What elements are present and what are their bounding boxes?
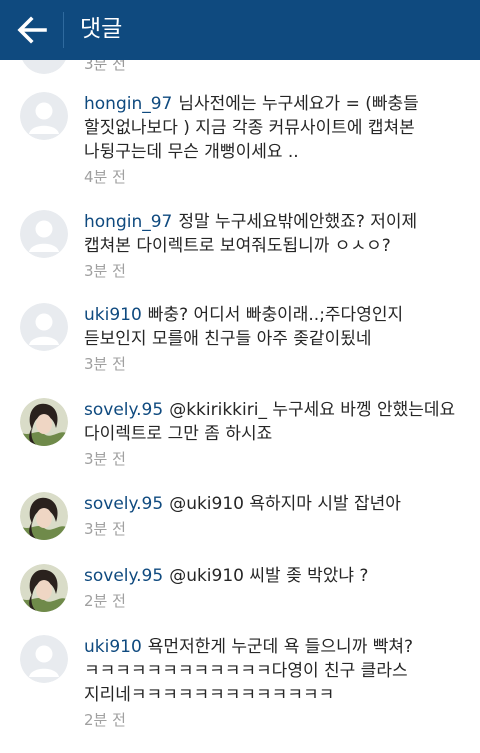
default-avatar-icon (20, 303, 68, 351)
avatar[interactable] (20, 303, 68, 351)
avatar[interactable] (20, 492, 68, 540)
comment-text: sovely.95 @kkirikkiri_ 누구세요 바껭 안했는데요 다이렉트… (84, 398, 464, 446)
top-bar: 댓글 (0, 0, 480, 60)
avatar[interactable] (20, 398, 68, 446)
profile-photo-icon (20, 398, 68, 446)
comment-time: 3분 전 (84, 450, 126, 468)
profile-photo-icon (20, 564, 68, 612)
comment-body: @uki910 욕하지마 시발 잡년아 (169, 494, 401, 514)
back-button[interactable] (14, 12, 50, 48)
comment-body: @uki910 씨발 좆 박았냐 ? (169, 566, 369, 586)
comment-text: hongin_97 님사전에는 누구세요가 = (빠충들 할짓없나보다 ) 지금 … (84, 92, 464, 164)
comment-text: uki910 욕먼저한게 누군데 욕 들으니까 빡쳐?ㅋㅋㅋㅋㅋㅋㅋㅋㅋㅋㅋㅋ다영… (84, 635, 464, 707)
comment-time: 3분 전 (84, 60, 126, 73)
comment-time: 4분 전 (84, 168, 126, 186)
comment-username[interactable]: sovely.95 (84, 566, 163, 586)
avatar[interactable] (20, 60, 68, 74)
comment-username[interactable]: sovely.95 (84, 400, 163, 420)
comment-username[interactable]: uki910 (84, 637, 142, 657)
partial-comment: 3분 전 (20, 60, 480, 74)
page-title: 댓글 (80, 16, 123, 42)
comment-text: sovely.95 @uki910 욕하지마 시발 잡년아 (84, 492, 464, 516)
comment-time: 3분 전 (84, 520, 126, 538)
comment-text: hongin_97 정말 누구세요밖에안했죠? 저이제 캡쳐본 다이렉트로 보여줘… (84, 210, 464, 258)
default-avatar-icon (22, 60, 66, 74)
default-avatar-icon (20, 92, 68, 140)
comment-username[interactable]: hongin_97 (84, 94, 172, 114)
avatar[interactable] (20, 635, 68, 683)
avatar[interactable] (20, 210, 68, 258)
comment-time: 3분 전 (84, 355, 126, 373)
default-avatar-icon (20, 635, 68, 683)
comment-text: uki910 빠충? 어디서 빠충이래..;주다영인지 듣보인지 모를애 친구들 … (84, 303, 464, 351)
default-avatar-icon (20, 210, 68, 258)
comment-time: 2분 전 (84, 592, 126, 610)
comment-username[interactable]: hongin_97 (84, 212, 172, 232)
comment-time: 2분 전 (84, 711, 126, 729)
avatar[interactable] (20, 92, 68, 140)
comment-text: sovely.95 @uki910 씨발 좆 박았냐 ? (84, 564, 464, 588)
profile-photo-icon (20, 492, 68, 540)
avatar[interactable] (20, 564, 68, 612)
comment-time: 3분 전 (84, 262, 126, 280)
header-divider (63, 12, 64, 48)
arrow-left-icon (17, 16, 47, 44)
comment-username[interactable]: sovely.95 (84, 494, 163, 514)
comment-username[interactable]: uki910 (84, 305, 142, 325)
